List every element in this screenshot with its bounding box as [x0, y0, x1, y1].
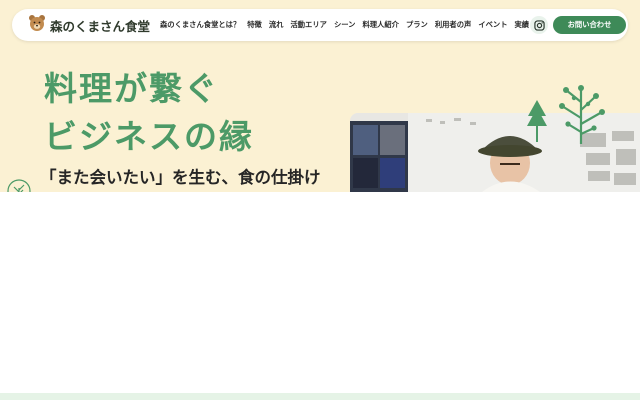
nav-item-scenes[interactable]: シーン [334, 20, 356, 30]
hero-subheadline: 「また会いたい」を生む、食の仕掛け [40, 168, 321, 187]
bear-icon [28, 14, 46, 36]
hero-section: 森のくまさん食堂 森のくまさん食堂とは？ 特徴 流れ 活動エリア シーン 料理人… [0, 0, 640, 192]
nav-item-area[interactable]: 活動エリア [290, 20, 326, 30]
branch-tree-icon [548, 82, 614, 148]
instagram-button[interactable] [530, 16, 548, 34]
nav-item-about[interactable]: 森のくまさん食堂とは？ [160, 20, 240, 30]
site-header: 森のくまさん食堂 森のくまさん食堂とは？ 特徴 流れ 活動エリア シーン 料理人… [12, 9, 628, 41]
main-nav: 森のくまさん食堂とは？ 特徴 流れ 活動エリア シーン 料理人紹介 プラン 利用… [160, 9, 536, 41]
hero-headline-line2: ビジネスの縁 [44, 117, 254, 156]
logo-title: 森のくまさん食堂 [50, 18, 151, 34]
contact-button[interactable]: お問い合わせ [553, 16, 626, 34]
nav-item-results[interactable]: 実績 [515, 20, 530, 30]
pine-tree-icon [526, 100, 548, 148]
logo[interactable]: 森のくまさん食堂 [28, 15, 150, 35]
nav-item-plans[interactable]: プラン [406, 20, 428, 30]
nav-item-events[interactable]: イベント [478, 20, 507, 30]
nav-item-testimonials[interactable]: 利用者の声 [435, 20, 471, 30]
nav-item-chefs[interactable]: 料理人紹介 [362, 20, 398, 30]
nav-item-features[interactable]: 特徴 [247, 20, 262, 30]
tree-circle-icon [4, 176, 34, 192]
instagram-icon [533, 16, 545, 35]
hero-headline-line1: 料理が繋ぐ [44, 69, 219, 108]
nav-item-flow[interactable]: 流れ [269, 20, 284, 30]
footer-band [0, 393, 640, 400]
